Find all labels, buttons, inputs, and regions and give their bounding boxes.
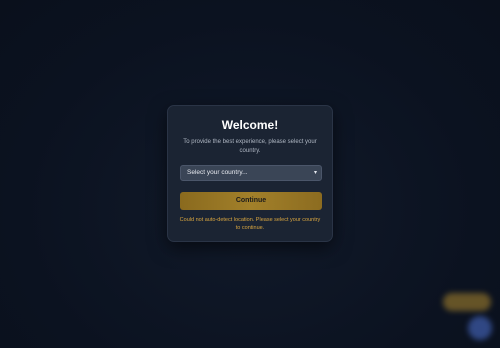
blurred-floating-button[interactable] — [443, 293, 491, 311]
chevron-down-icon: ▾ — [313, 170, 317, 176]
blurred-chat-icon[interactable] — [468, 316, 492, 340]
modal-subtitle: To provide the best experience, please s… — [183, 139, 317, 154]
location-error-message: Could not auto-detect location. Please s… — [179, 217, 321, 231]
modal-title: Welcome! — [221, 118, 279, 132]
country-select-value: Select your country... — [187, 169, 248, 176]
country-select[interactable]: Select your country... ▾ — [180, 165, 322, 181]
continue-button[interactable]: Continue — [180, 192, 322, 210]
country-selection-modal: Welcome! To provide the best experience,… — [167, 105, 333, 242]
